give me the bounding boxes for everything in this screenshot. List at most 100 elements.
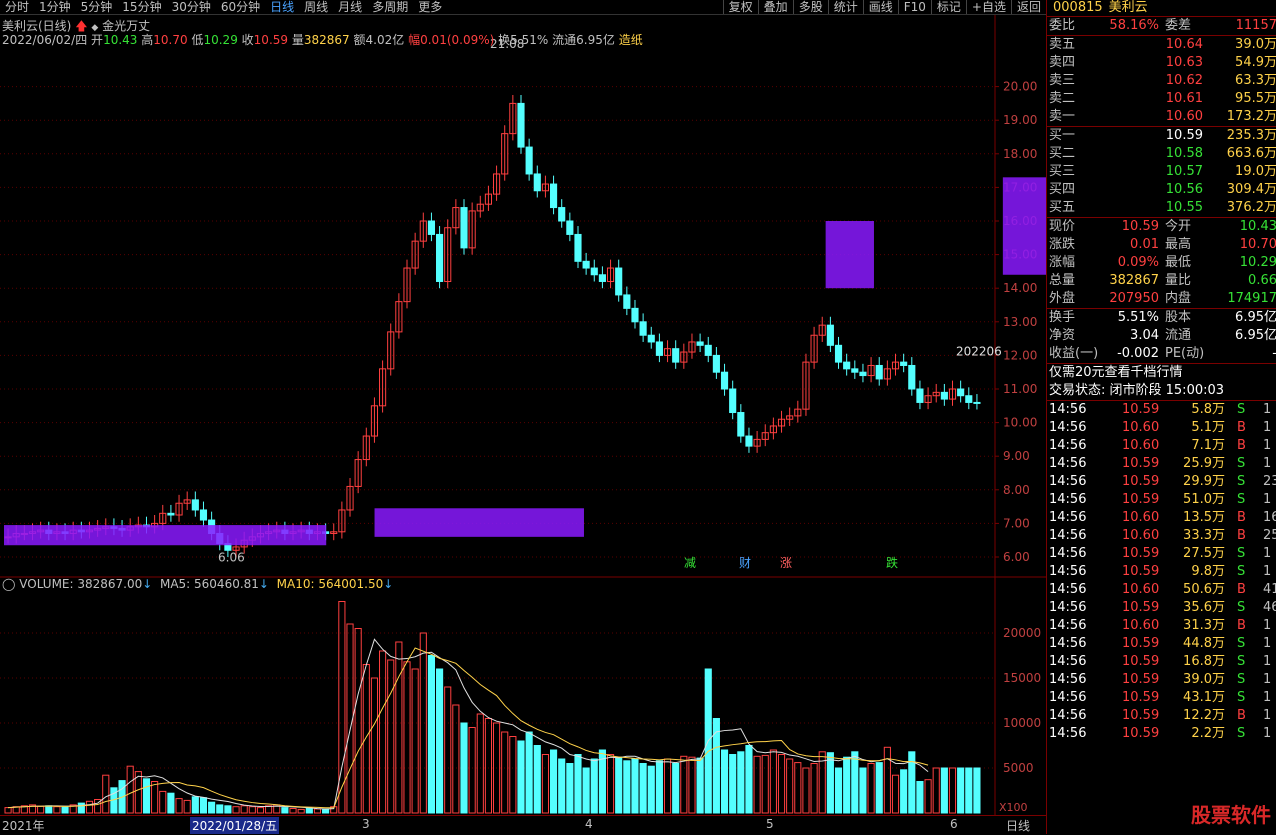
tab-period-1[interactable]: 1分钟	[34, 0, 76, 14]
time-period[interactable]: 日线	[1006, 817, 1030, 834]
bid-row[interactable]: 买五 10.55 376.2万	[1047, 199, 1276, 217]
tick-row[interactable]: 14:56 10.60 33.3万 B 25	[1047, 527, 1276, 545]
tick-side: S	[1237, 672, 1246, 687]
toolbar-action-4[interactable]: 画线	[862, 0, 898, 14]
tick-row[interactable]: 14:56 10.59 43.1万 S 1	[1047, 689, 1276, 707]
volume-settings-icon[interactable]: ◯	[2, 577, 15, 591]
tick-volume: 33.3万	[1183, 528, 1225, 543]
weibi-value: 58.16%	[1109, 18, 1159, 33]
volume-bar	[623, 760, 631, 814]
tick-row[interactable]: 14:56 10.60 50.6万 B 41	[1047, 581, 1276, 599]
ask-row[interactable]: 卖一 10.60 173.2万	[1047, 108, 1276, 126]
tick-row[interactable]: 14:56 10.59 39.0万 S 1	[1047, 671, 1276, 689]
tick-list[interactable]: 14:56 10.59 5.8万 S 1 14:56 10.60 5.1万 B 1…	[1047, 401, 1276, 743]
period-toolbar: 分时 1分钟 5分钟 15分钟 30分钟 60分钟 日线 周线 月线 多周期 更多 复权 叠加 多股 统计…	[0, 0, 1046, 15]
tick-row[interactable]: 14:56 10.59 51.0万 S 1	[1047, 491, 1276, 509]
volume-bar	[256, 807, 265, 814]
tick-row[interactable]: 14:56 10.59 29.9万 S 23	[1047, 473, 1276, 491]
bid-row[interactable]: 买四 10.56 309.4万	[1047, 181, 1276, 199]
time-start: 2021年	[2, 819, 45, 833]
tab-period-6[interactable]: 日线	[265, 0, 299, 14]
toolbar-action-5[interactable]: F10	[897, 0, 931, 14]
tick-row[interactable]: 14:56 10.59 25.9万 S 1	[1047, 455, 1276, 473]
volume-bar	[590, 758, 598, 814]
vol-tick-label: 10000	[1003, 716, 1041, 730]
tab-period-3[interactable]: 15分钟	[117, 0, 166, 14]
tick-row[interactable]: 14:56 10.59 9.8万 S 1	[1047, 563, 1276, 581]
bid-row[interactable]: 买三 10.57 19.0万	[1047, 163, 1276, 181]
tick-row[interactable]: 14:56 10.59 16.8万 S 1	[1047, 653, 1276, 671]
tick-row[interactable]: 14:56 10.60 7.1万 B 1	[1047, 437, 1276, 455]
toolbar-action-1[interactable]: 叠加	[757, 0, 793, 14]
tick-row[interactable]: 14:56 10.59 44.8万 S 1	[1047, 635, 1276, 653]
tick-row[interactable]: 14:56 10.59 35.6万 S 46	[1047, 599, 1276, 617]
tab-period-5[interactable]: 60分钟	[216, 0, 265, 14]
tab-period-0[interactable]: 分时	[0, 0, 34, 14]
ask-row[interactable]: 卖三 10.62 63.3万	[1047, 72, 1276, 90]
volume-bar	[696, 757, 704, 814]
bid-price: 10.55	[1165, 200, 1203, 215]
tick-row[interactable]: 14:56 10.59 12.2万 B 1	[1047, 707, 1276, 725]
time-m3: 3	[362, 817, 370, 831]
stat-row: 现价 10.59 今开 10.43	[1047, 218, 1276, 236]
ask-row[interactable]: 卖二 10.61 95.5万	[1047, 90, 1276, 108]
volume-bar	[647, 765, 655, 814]
tick-time: 14:56	[1049, 528, 1087, 543]
toolbar-action-7[interactable]: +自选	[965, 0, 1011, 14]
tick-row[interactable]: 14:56 10.59 2.2万 S 1	[1047, 725, 1276, 743]
toolbar-action-0[interactable]: 复权	[722, 0, 758, 14]
toolbar-action-2[interactable]: 多股	[792, 0, 828, 14]
volume-bar	[737, 751, 745, 814]
tab-period-9[interactable]: 多周期	[367, 0, 413, 14]
volume-bar	[199, 797, 208, 814]
volume-bar	[403, 661, 411, 814]
tick-row[interactable]: 14:56 10.59 27.5万 S 1	[1047, 545, 1276, 563]
tab-period-4[interactable]: 30分钟	[167, 0, 216, 14]
close-label: 收	[241, 33, 254, 47]
tick-side: B	[1237, 438, 1246, 453]
tick-row[interactable]: 14:56 10.60 31.3万 B 1	[1047, 617, 1276, 635]
ask-row[interactable]: 卖四 10.63 54.9万	[1047, 54, 1276, 72]
tab-period-8[interactable]: 月线	[333, 0, 367, 14]
float-label: 流通	[552, 33, 577, 47]
tick-row[interactable]: 14:56 10.60 5.1万 B 1	[1047, 419, 1276, 437]
toolbar-action-6[interactable]: 标记	[930, 0, 966, 14]
promo-link[interactable]: 仅需20元查看千档行情	[1049, 364, 1183, 382]
volume-bar	[419, 632, 427, 814]
volume-bar	[183, 799, 191, 814]
volume-bar	[916, 781, 924, 814]
sector-tag[interactable]: 造纸	[619, 33, 643, 47]
candle-body	[566, 220, 574, 235]
tick-row[interactable]: 14:56 10.60 13.5万 B 16	[1047, 509, 1276, 527]
volume-bar	[900, 769, 908, 814]
tick-price: 10.60	[1122, 438, 1160, 453]
stat-value: 5.51%	[1117, 310, 1159, 325]
volume-bar	[615, 756, 623, 814]
tick-row[interactable]: 14:56 10.59 5.8万 S 1	[1047, 401, 1276, 419]
tab-period-10[interactable]: 更多	[413, 0, 447, 14]
tick-count: 1	[1263, 690, 1272, 705]
volume-bar	[460, 722, 468, 814]
tick-side: S	[1237, 456, 1246, 471]
stat-value: 3.04	[1130, 328, 1159, 343]
tab-period-7[interactable]: 周线	[299, 0, 333, 14]
toolbar-action-8[interactable]: 返回	[1010, 0, 1046, 14]
tab-period-2[interactable]: 5分钟	[76, 0, 118, 14]
bid-row[interactable]: 买一 10.59 235.3万	[1047, 127, 1276, 145]
stat-label: 涨幅	[1049, 255, 1076, 270]
ask-row[interactable]: 卖五 10.64 39.0万	[1047, 36, 1276, 54]
bid-row[interactable]: 买二 10.58 663.6万	[1047, 145, 1276, 163]
volume-bar	[794, 762, 802, 814]
chart-svg[interactable]: 20.0019.0018.0017.0016.0015.0014.0013.00…	[0, 15, 1276, 815]
candle-body	[940, 391, 948, 400]
candle-body	[875, 364, 883, 380]
volume-bar	[932, 767, 940, 814]
kline-chart[interactable]: 20.0019.0018.0017.0016.0015.0014.0013.00…	[0, 15, 1276, 815]
tick-volume: 35.6万	[1183, 600, 1225, 615]
volume-bar	[826, 752, 834, 814]
bid-label: 买二	[1049, 146, 1076, 161]
stat-label: 收益(一)	[1049, 346, 1099, 361]
toolbar-action-3[interactable]: 统计	[827, 0, 863, 14]
candle-body	[623, 294, 631, 309]
promo-row[interactable]: 仅需20元查看千档行情	[1047, 364, 1276, 382]
